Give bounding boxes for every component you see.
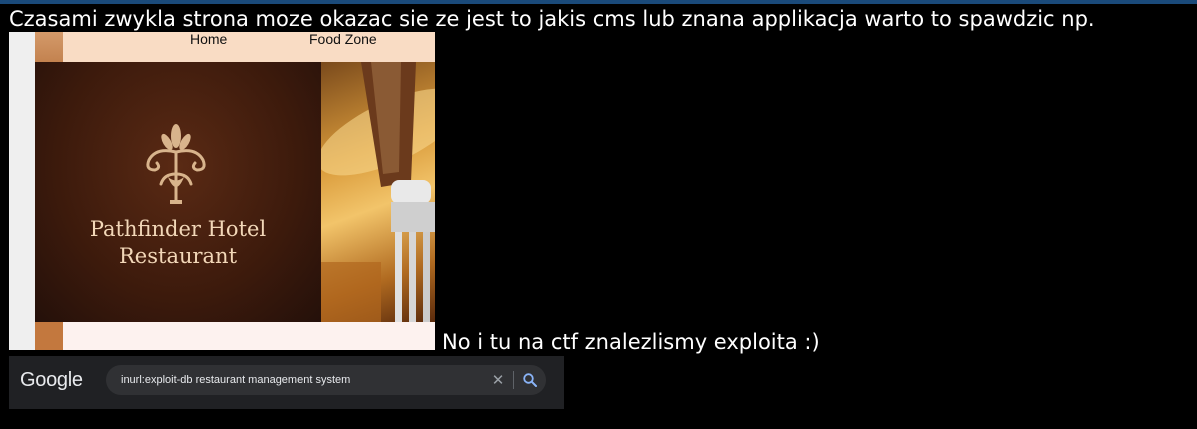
brand-name-line1: Pathfinder Hotel xyxy=(89,217,267,241)
search-bar[interactable]: inurl:exploit-db restaurant management s… xyxy=(106,365,546,395)
google-logo[interactable]: Google xyxy=(20,368,83,392)
page-left-margin xyxy=(9,32,35,350)
headline-text: Czasami zwykla strona moze okazac sie ze… xyxy=(9,7,1095,31)
nav-link-food-zone[interactable]: Food Zone xyxy=(309,32,377,47)
nav-left-accent xyxy=(35,32,63,62)
hero-banner: Pathfinder Hotel Restaurant xyxy=(35,62,435,322)
search-input[interactable]: inurl:exploit-db restaurant management s… xyxy=(121,365,350,395)
search-icon[interactable] xyxy=(522,372,538,388)
restaurant-site-screenshot: Home Food Zone Pathfinder Hotel Restaura… xyxy=(9,32,435,350)
caption-text: No i tu na ctf znalezlismy exploita :) xyxy=(442,330,820,354)
footer-strip xyxy=(63,322,435,350)
site-nav-bar: Home Food Zone xyxy=(63,32,435,62)
brand-name-line2: Restaurant xyxy=(118,244,238,268)
fleur-emblem-icon xyxy=(131,122,221,210)
search-divider xyxy=(513,371,514,389)
close-icon[interactable]: ✕ xyxy=(490,372,506,388)
nav-link-home[interactable]: Home xyxy=(190,32,227,47)
food-photo xyxy=(321,62,435,322)
brand-panel: Pathfinder Hotel Restaurant xyxy=(35,62,321,322)
footer-left-accent xyxy=(35,322,63,350)
google-search-screenshot: Google inurl:exploit-db restaurant manag… xyxy=(9,356,564,409)
